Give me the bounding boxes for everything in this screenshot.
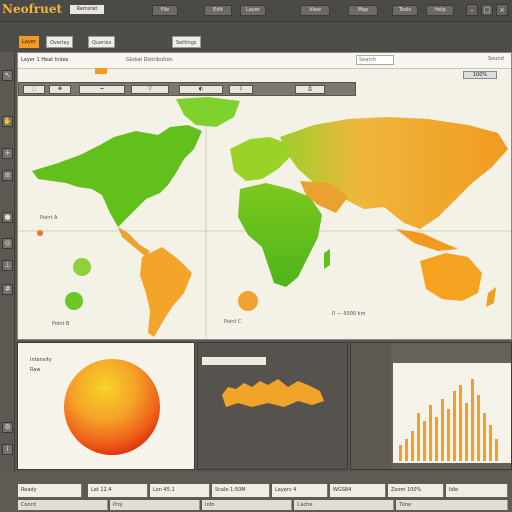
map-tool-export[interactable]: ⇩ bbox=[229, 85, 253, 94]
toolbar bbox=[0, 22, 512, 52]
status-zoom: Zoom 100% bbox=[388, 484, 444, 497]
marker-small bbox=[37, 230, 43, 236]
map-scale: 0 — 5000 km bbox=[332, 311, 366, 317]
region-greenland bbox=[176, 97, 240, 127]
map-tool-filter[interactable]: ▽ bbox=[131, 85, 169, 94]
footer-coord: Coord bbox=[18, 500, 108, 510]
map-panel: Layer 1 Heat Index Global Distribution S… bbox=[17, 52, 512, 340]
distribution-panel bbox=[197, 342, 348, 470]
menu-map[interactable]: Map bbox=[348, 5, 378, 16]
map-tool-select[interactable]: ⬚ bbox=[23, 85, 45, 94]
menu-tools[interactable]: Tools bbox=[392, 5, 418, 16]
region-madagascar bbox=[324, 249, 330, 269]
menu-help[interactable]: Help bbox=[426, 5, 454, 16]
menu-edit[interactable]: Edit bbox=[204, 5, 232, 16]
tab-overlay[interactable]: Overlay bbox=[46, 36, 74, 48]
minimize-icon[interactable]: – bbox=[466, 4, 478, 16]
intensity-sphere bbox=[64, 359, 160, 455]
zoom-level: 100% bbox=[463, 71, 497, 79]
histogram-chart bbox=[399, 379, 498, 461]
marker-point-a bbox=[73, 258, 91, 276]
footer-info: Info bbox=[202, 500, 292, 510]
grid-icon[interactable]: # bbox=[2, 284, 13, 295]
search-input[interactable]: Search bbox=[356, 55, 394, 65]
world-map[interactable] bbox=[18, 97, 511, 339]
globe-icon[interactable]: ◎ bbox=[2, 238, 13, 249]
layer-label: Layer 1 Heat Index bbox=[21, 57, 69, 63]
distribution-area-chart bbox=[222, 379, 324, 407]
histogram-panel bbox=[350, 342, 512, 470]
map-tool-style[interactable]: ◐ bbox=[179, 85, 223, 94]
zoom-icon[interactable]: + bbox=[2, 148, 13, 159]
secondary-search[interactable]: Sound bbox=[488, 56, 504, 62]
close-icon[interactable]: × bbox=[496, 4, 508, 16]
map-header: Layer 1 Heat Index Global Distribution S… bbox=[18, 53, 511, 69]
footer-time: Time bbox=[396, 500, 508, 510]
region-south-america bbox=[140, 247, 192, 337]
region-australia bbox=[420, 253, 482, 301]
status-scale: Scale 1:50M bbox=[212, 484, 270, 497]
layers-icon[interactable]: ≡ bbox=[2, 170, 13, 181]
region-europe bbox=[230, 137, 290, 181]
marker-label-b: Point B bbox=[52, 321, 70, 327]
tab-settings[interactable]: Settings bbox=[172, 36, 201, 48]
pin-icon[interactable]: ● bbox=[2, 212, 13, 223]
map-tool-measure[interactable]: ━ bbox=[79, 85, 125, 94]
app-title: Neofruet bbox=[2, 2, 62, 16]
footer-proj: Proj bbox=[110, 500, 200, 510]
settings-icon[interactable]: ⚙ bbox=[2, 422, 13, 433]
region-north-america bbox=[32, 125, 202, 227]
hand-icon[interactable]: ✋ bbox=[2, 116, 13, 127]
legend-swatch bbox=[95, 68, 107, 74]
status-lat: Lat 12.4 bbox=[88, 484, 148, 497]
title-bar: Neofruet Remstat File Edit Layer View Ma… bbox=[0, 0, 512, 22]
tool-strip: ↖ ✋ + ≡ ● ◎ ⊥ # ⚙ i bbox=[0, 52, 15, 512]
map-toolbar: ⬚ ✥ ━ ▽ ◐ ⇩ ⎙ bbox=[18, 82, 356, 96]
marker-label-a: Point A bbox=[40, 215, 58, 221]
maximize-icon[interactable]: □ bbox=[481, 4, 493, 16]
marker-point-b bbox=[65, 292, 83, 310]
map-tool-pan[interactable]: ✥ bbox=[49, 85, 71, 94]
marker-point-c bbox=[238, 291, 258, 311]
menu-layer[interactable]: Layer bbox=[240, 5, 266, 16]
tab-layer[interactable]: Layer bbox=[19, 36, 39, 48]
status-ready: Ready bbox=[18, 484, 82, 497]
status-lon: Lon 45.1 bbox=[150, 484, 210, 497]
ruler-icon[interactable]: ⊥ bbox=[2, 260, 13, 271]
info-icon[interactable]: i bbox=[2, 444, 13, 455]
footer-cache: Cache bbox=[294, 500, 394, 510]
intensity-panel: Intensity Raw bbox=[17, 342, 195, 470]
pointer-icon[interactable]: ↖ bbox=[2, 70, 13, 81]
app-subtitle: Remstat bbox=[70, 5, 104, 14]
menu-view[interactable]: View bbox=[300, 5, 330, 16]
status-layers: Layers 4 bbox=[272, 484, 328, 497]
region-southeast-asia bbox=[396, 229, 458, 251]
tab-queries[interactable]: Queries bbox=[88, 36, 116, 48]
marker-label-c: Point C bbox=[224, 319, 242, 325]
map-tool-print[interactable]: ⎙ bbox=[295, 85, 325, 94]
region-africa bbox=[238, 183, 322, 287]
region-new-zealand bbox=[486, 287, 496, 307]
status-projection: WGS84 bbox=[330, 484, 386, 497]
map-title: Global Distribution bbox=[126, 57, 173, 63]
status-state: Idle bbox=[446, 484, 508, 497]
region-central-america bbox=[118, 227, 150, 257]
menu-file[interactable]: File bbox=[152, 5, 178, 16]
